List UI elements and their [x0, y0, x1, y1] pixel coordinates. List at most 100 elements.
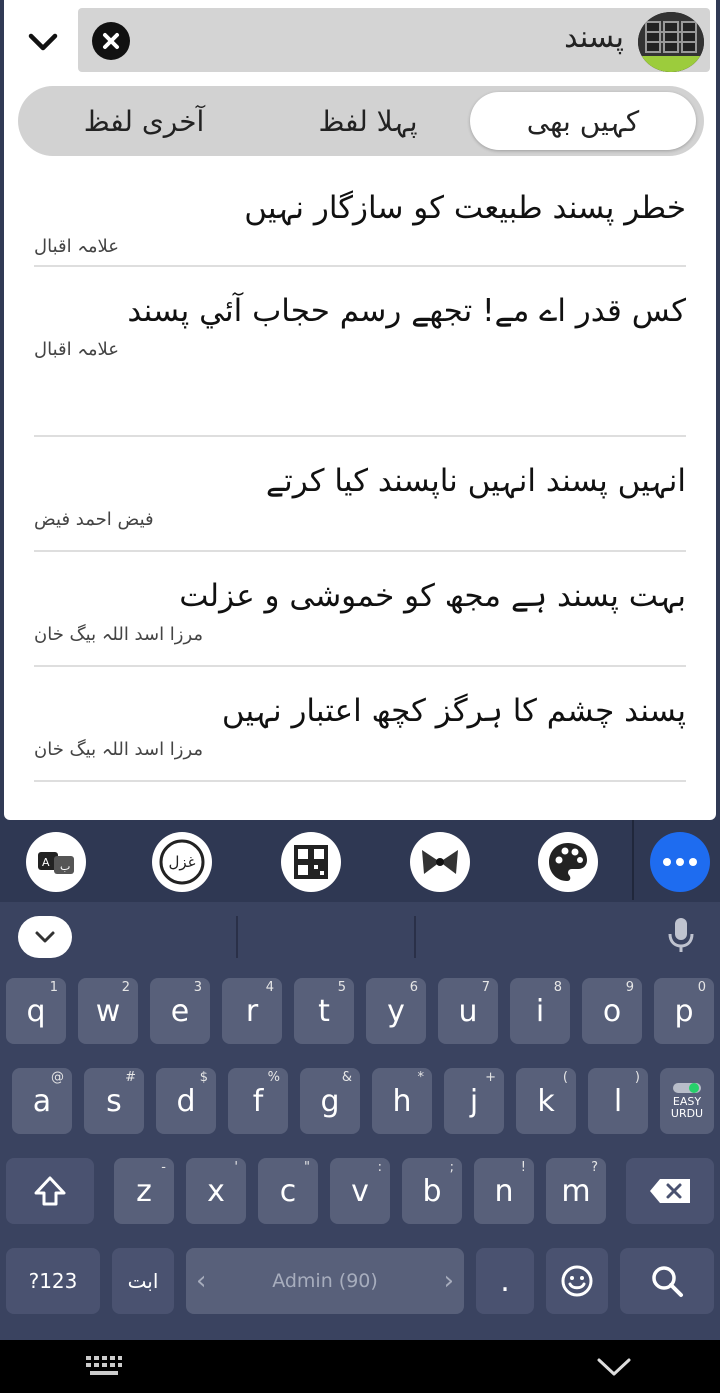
key-z[interactable]: z-	[114, 1158, 174, 1224]
list-item[interactable]: پسند چشم کا ہرگز کچھ اعتبار نہیں مرزا اس…	[34, 667, 686, 782]
key-i[interactable]: i8	[510, 978, 570, 1044]
navigation-bar	[0, 1340, 720, 1393]
list-item[interactable]: خطر پسند طبیعت کو سازگار نہیں علامہ اقبا…	[34, 164, 686, 267]
key-p[interactable]: p0	[654, 978, 714, 1044]
key-h[interactable]: h *	[372, 1068, 432, 1134]
clear-search-button[interactable]	[92, 22, 130, 60]
chevron-left-icon: ‹	[196, 1266, 207, 1296]
key-label: y	[387, 993, 405, 1029]
key-hint: #	[125, 1070, 136, 1085]
key-e[interactable]: e3	[150, 978, 210, 1044]
key-hint: )	[634, 1070, 640, 1085]
key-q[interactable]: q1	[6, 978, 66, 1044]
tab-first-word[interactable]: پہلا لفظ	[268, 92, 468, 150]
keyboard-toolbar: A ب غزل	[0, 820, 720, 902]
key-label: x	[207, 1173, 225, 1209]
key-hint: (	[562, 1070, 568, 1085]
shift-key[interactable]	[6, 1158, 94, 1224]
keyboard: q1 w2 e3 r4 t5 y6 u7 i8 o9 p0 a @ s # d $ f…	[0, 902, 720, 1340]
tab-anywhere[interactable]: کہیں بھی	[470, 92, 696, 150]
qr-code-button[interactable]	[281, 832, 341, 892]
shift-icon	[34, 1176, 66, 1206]
nav-back-button[interactable]	[596, 1356, 632, 1382]
key-c[interactable]: c "	[258, 1158, 318, 1224]
poet-name: علامہ اقبال	[34, 236, 119, 257]
app-logo-icon	[638, 12, 704, 72]
qr-icon	[294, 845, 328, 879]
list-item[interactable]: بہت پسند ہے مجھ کو خموشی و عزلت مرزا اسد…	[34, 552, 686, 667]
key-n[interactable]: n!	[474, 1158, 534, 1224]
key-label: c	[279, 1173, 297, 1209]
key-f[interactable]: f%	[228, 1068, 288, 1134]
translate-button[interactable]: A ب	[26, 832, 86, 892]
backspace-key[interactable]	[626, 1158, 714, 1224]
key-l[interactable]: l)	[588, 1068, 648, 1134]
space-key[interactable]: ‹ Admin (90) ›	[186, 1248, 464, 1314]
key-u[interactable]: u7	[438, 978, 498, 1044]
period-key[interactable]: .	[476, 1248, 534, 1314]
poet-name: مرزا اسد اللہ بیگ خان	[34, 739, 204, 760]
key-s[interactable]: s #	[84, 1068, 144, 1134]
key-hint: ;	[449, 1160, 454, 1175]
key-g[interactable]: g &	[300, 1068, 360, 1134]
more-button[interactable]	[650, 832, 710, 892]
list-item[interactable]: کس قدر اے مے! تجھے رسم حجاب آئي پسند علا…	[34, 267, 686, 437]
key-hint: 8	[553, 980, 562, 995]
ghazal-icon: غزل	[159, 839, 205, 885]
key-t[interactable]: t5	[294, 978, 354, 1044]
voice-input-button[interactable]	[666, 916, 696, 958]
key-label: .	[500, 1263, 510, 1299]
key-v[interactable]: v:	[330, 1158, 390, 1224]
key-label: v	[351, 1173, 369, 1209]
key-w[interactable]: w2	[78, 978, 138, 1044]
key-j[interactable]: j +	[444, 1068, 504, 1134]
ghazal-button[interactable]: غزل	[152, 832, 212, 892]
key-a[interactable]: a @	[12, 1068, 72, 1134]
easy-urdu-toggle[interactable]: EASY URDU	[660, 1068, 714, 1134]
key-label: j	[469, 1083, 479, 1119]
space-label: Admin (90)	[272, 1270, 378, 1292]
key-label: d	[176, 1083, 196, 1119]
key-hint: -	[161, 1160, 166, 1175]
poet-name: مرزا اسد اللہ بیگ خان	[34, 624, 204, 645]
key-hint: "	[304, 1160, 310, 1175]
key-r[interactable]: r4	[222, 978, 282, 1044]
chevron-right-icon: ›	[443, 1266, 454, 1296]
key-k[interactable]: k(	[516, 1068, 576, 1134]
key-label: k	[537, 1083, 555, 1119]
poet-name: علامہ اقبال	[34, 339, 119, 360]
key-d[interactable]: d $	[156, 1068, 216, 1134]
hide-keyboard-button[interactable]	[18, 916, 72, 958]
key-label: r	[245, 993, 259, 1029]
suggestion-divider	[414, 916, 416, 958]
bow-icon	[422, 850, 458, 874]
switch-keyboard-button[interactable]	[84, 1354, 124, 1384]
list-item[interactable]: انہیں پسند انہیں ناپسند کیا کرتے فیض احم…	[34, 437, 686, 552]
search-key[interactable]	[620, 1248, 714, 1314]
key-hint: 2	[121, 980, 130, 995]
key-o[interactable]: o9	[582, 978, 642, 1044]
key-x[interactable]: x '	[186, 1158, 246, 1224]
emoji-key[interactable]	[546, 1248, 608, 1314]
key-label: g	[320, 1083, 340, 1119]
key-label: z	[136, 1173, 152, 1209]
symbols-key[interactable]: ?123	[6, 1248, 100, 1314]
collapse-button[interactable]	[18, 20, 68, 64]
theme-button[interactable]	[538, 832, 598, 892]
key-hint: '	[234, 1160, 238, 1175]
translate-icon: A ب	[38, 852, 74, 874]
tab-last-word[interactable]: آخری لفظ	[30, 92, 258, 150]
key-label: n	[494, 1173, 514, 1209]
urdu-layout-key[interactable]: ابت	[112, 1248, 174, 1314]
chevron-down-icon	[597, 1358, 631, 1376]
key-label: e	[170, 993, 190, 1029]
key-y[interactable]: y6	[366, 978, 426, 1044]
key-hint: +	[485, 1070, 496, 1085]
key-hint: 0	[697, 980, 706, 995]
key-b[interactable]: b;	[402, 1158, 462, 1224]
bow-button[interactable]	[410, 832, 470, 892]
search-input[interactable]: پسند	[78, 8, 710, 72]
key-hint: 4	[265, 980, 274, 995]
key-m[interactable]: m?	[546, 1158, 606, 1224]
key-label: s	[106, 1083, 122, 1119]
